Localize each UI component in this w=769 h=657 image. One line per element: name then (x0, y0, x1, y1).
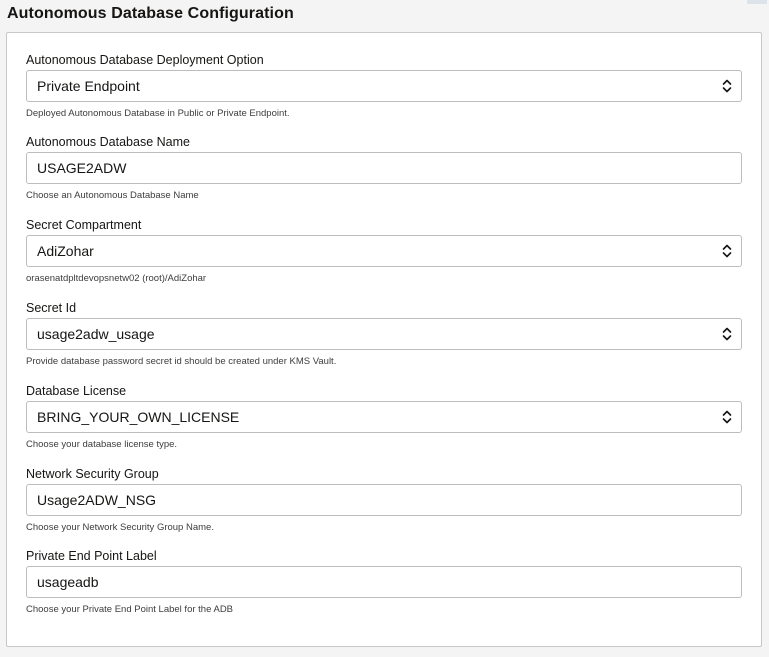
field-database-name: Autonomous Database Name USAGE2ADW Choos… (26, 134, 742, 202)
database-license-help: Choose your database license type. (26, 439, 178, 450)
database-name-label: Autonomous Database Name (26, 135, 190, 149)
field-secret-compartment: Secret Compartment AdiZohar orasenatdplt… (26, 217, 742, 285)
field-network-security-group: Network Security Group Usage2ADW_NSG Cho… (26, 466, 742, 534)
private-endpoint-label-input[interactable]: usageadb (26, 566, 742, 598)
secret-compartment-label: Secret Compartment (26, 218, 142, 232)
chevron-up-down-icon (722, 244, 732, 258)
corner-decoration (747, 0, 767, 4)
field-database-license: Database License BRING_YOUR_OWN_LICENSE … (26, 383, 742, 451)
database-license-label: Database License (26, 384, 127, 398)
database-name-help: Choose an Autonomous Database Name (26, 190, 199, 201)
private-endpoint-label-label: Private End Point Label (26, 549, 157, 563)
secret-compartment-help: orasenatdpltdevopsnetw02 (root)/AdiZohar (26, 273, 207, 284)
database-license-select[interactable]: BRING_YOUR_OWN_LICENSE (26, 401, 742, 433)
secret-compartment-select[interactable]: AdiZohar (26, 235, 742, 267)
field-private-endpoint-label: Private End Point Label usageadb Choose … (26, 548, 742, 616)
secret-id-select[interactable]: usage2adw_usage (26, 318, 742, 350)
secret-compartment-value: AdiZohar (37, 243, 94, 259)
field-deployment-option: Autonomous Database Deployment Option Pr… (26, 52, 742, 120)
network-security-group-help: Choose your Network Security Group Name. (26, 522, 214, 533)
chevron-up-down-icon (722, 410, 732, 424)
database-name-value: USAGE2ADW (37, 160, 127, 176)
chevron-up-down-icon (722, 327, 732, 341)
configuration-panel: Autonomous Database Deployment Option Pr… (6, 32, 762, 647)
secret-id-help: Provide database password secret id shou… (26, 356, 337, 367)
private-endpoint-label-help: Choose your Private End Point Label for … (26, 604, 234, 615)
deployment-option-help: Deployed Autonomous Database in Public o… (26, 108, 290, 119)
deployment-option-label: Autonomous Database Deployment Option (26, 53, 264, 67)
network-security-group-value: Usage2ADW_NSG (37, 492, 157, 508)
deployment-option-select[interactable]: Private Endpoint (26, 70, 742, 102)
secret-id-label: Secret Id (26, 301, 77, 315)
deployment-option-value: Private Endpoint (37, 78, 140, 94)
network-security-group-label: Network Security Group (26, 467, 159, 481)
secret-id-value: usage2adw_usage (37, 326, 155, 342)
chevron-up-down-icon (722, 79, 732, 93)
network-security-group-input[interactable]: Usage2ADW_NSG (26, 484, 742, 516)
database-name-input[interactable]: USAGE2ADW (26, 152, 742, 184)
page: Autonomous Database Configuration Autono… (0, 0, 769, 657)
field-secret-id: Secret Id usage2adw_usage Provide databa… (26, 300, 742, 368)
database-license-value: BRING_YOUR_OWN_LICENSE (37, 409, 240, 425)
private-endpoint-label-value: usageadb (37, 574, 99, 590)
section-title: Autonomous Database Configuration (7, 5, 294, 22)
